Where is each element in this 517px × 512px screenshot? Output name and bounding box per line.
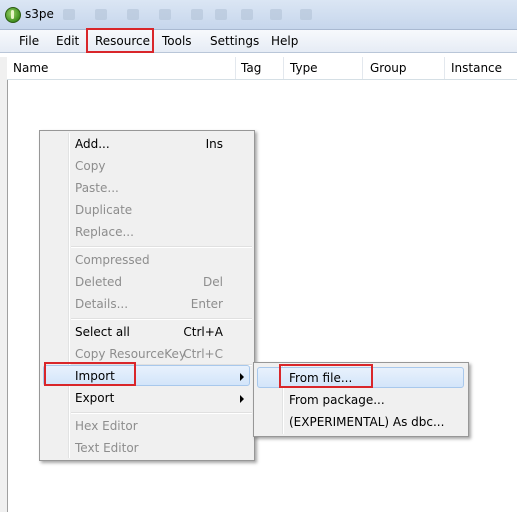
menu-separator [71, 412, 252, 414]
menu-item-replace: Replace... [40, 221, 254, 243]
menu-item-compressed: Compressed [40, 249, 254, 271]
toolbar-icon[interactable] [300, 9, 312, 20]
resource-highlight-box [86, 28, 154, 53]
column-group[interactable]: Group [370, 61, 407, 75]
toolbar-icon[interactable] [127, 9, 139, 20]
menu-item-label: Text Editor [75, 441, 139, 455]
toolbar-icon[interactable] [215, 9, 227, 20]
title-bar: s3pe [0, 0, 517, 30]
window-title: s3pe [25, 7, 54, 21]
menu-item-shortcut: Ctrl+A [183, 325, 223, 339]
menu-item-label: Paste... [75, 181, 119, 195]
from-file-highlight-box [279, 364, 373, 388]
menu-item-label: Details... [75, 297, 129, 311]
menu-item-label: Replace... [75, 225, 134, 239]
menu-item-shortcut: Del [203, 275, 223, 289]
menu-item-from-package[interactable]: From package... [254, 389, 468, 411]
toolbar-icon[interactable] [191, 9, 203, 20]
app-logo-icon [5, 7, 21, 23]
menu-item-as-dbc[interactable]: (EXPERIMENTAL) As dbc... [254, 411, 468, 433]
menu-bar: File Edit Resource Tools Settings Help [0, 30, 517, 53]
menu-separator [71, 246, 252, 248]
resource-list-header: Name Tag Type Group Instance [7, 57, 517, 80]
menu-item-duplicate: Duplicate [40, 199, 254, 221]
menu-item-select-all[interactable]: Select all Ctrl+A [40, 321, 254, 343]
toolbar-icon[interactable] [63, 9, 75, 20]
menu-help[interactable]: Help [271, 34, 298, 48]
menu-item-label: Duplicate [75, 203, 133, 217]
menu-item-label: From package... [289, 393, 385, 407]
menu-tools[interactable]: Tools [162, 34, 192, 48]
menu-item-label: (EXPERIMENTAL) As dbc... [289, 415, 445, 429]
toolbar-icon[interactable] [95, 9, 107, 20]
menu-item-shortcut: Enter [190, 297, 223, 311]
menu-item-text-editor: Text Editor [40, 437, 254, 459]
menu-item-label: Deleted [75, 275, 123, 289]
column-divider[interactable] [362, 57, 363, 79]
menu-item-shortcut: Ins [205, 137, 223, 151]
toolbar-icon[interactable] [241, 9, 253, 20]
toolbar-icon[interactable] [159, 9, 171, 20]
menu-item-details: Details... Enter [40, 293, 254, 315]
column-divider[interactable] [283, 57, 284, 79]
submenu-arrow-icon [240, 395, 244, 403]
menu-item-label: Hex Editor [75, 419, 138, 433]
menu-item-paste: Paste... [40, 177, 254, 199]
import-highlight-box [44, 362, 136, 386]
menu-item-label: Compressed [75, 253, 150, 267]
menu-item-add[interactable]: Add... Ins [40, 133, 254, 155]
column-divider[interactable] [235, 57, 236, 79]
menu-item-label: Select all [75, 325, 130, 339]
column-name[interactable]: Name [13, 61, 48, 75]
menu-item-label: Export [75, 391, 115, 405]
menu-item-hex-editor: Hex Editor [40, 415, 254, 437]
menu-item-label: Add... [75, 137, 110, 151]
menu-separator [71, 318, 252, 320]
left-panel-edge [0, 57, 8, 512]
column-divider[interactable] [444, 57, 445, 79]
submenu-arrow-icon [240, 373, 244, 381]
menu-item-label: Copy ResourceKey [75, 347, 187, 361]
menu-edit[interactable]: Edit [56, 34, 79, 48]
menu-item-label: Copy [75, 159, 106, 173]
toolbar-icon[interactable] [270, 9, 282, 20]
column-instance[interactable]: Instance [451, 61, 502, 75]
menu-settings[interactable]: Settings [210, 34, 259, 48]
menu-item-shortcut: Ctrl+C [183, 347, 223, 361]
column-type[interactable]: Type [290, 61, 318, 75]
menu-file[interactable]: File [19, 34, 39, 48]
menu-item-deleted: Deleted Del [40, 271, 254, 293]
menu-item-copy: Copy [40, 155, 254, 177]
menu-item-export[interactable]: Export [40, 387, 254, 409]
column-tag[interactable]: Tag [241, 61, 261, 75]
resource-context-menu: Add... Ins Copy Paste... Duplicate Repla… [39, 130, 255, 461]
